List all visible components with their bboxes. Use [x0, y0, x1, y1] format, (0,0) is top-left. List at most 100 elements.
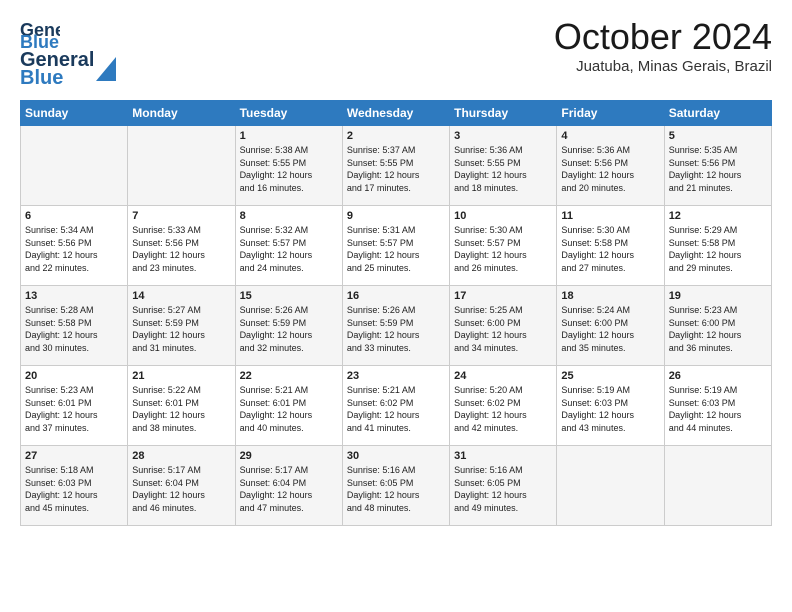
- logo-icon: General Blue: [20, 16, 60, 50]
- table-row: 8Sunrise: 5:32 AM Sunset: 5:57 PM Daylig…: [235, 206, 342, 286]
- day-info: Sunrise: 5:36 AM Sunset: 5:55 PM Dayligh…: [454, 144, 552, 194]
- table-row: 10 Sunrise: 5:30 AM Sunset: 5:57 PM Dayli…: [450, 206, 557, 286]
- calendar-row: 27Sunrise: 5:18 AM Sunset: 6:03 PM Dayli…: [21, 446, 772, 526]
- svg-text:Blue: Blue: [20, 32, 59, 50]
- day-number: 22: [240, 370, 338, 382]
- day-number: 18: [561, 290, 659, 302]
- header-row: Sunday Monday Tuesday Wednesday Thursday…: [21, 101, 772, 126]
- table-row: 26 Sunrise: 5:19 AM Sunset: 6:03 PM Dayli…: [664, 366, 771, 446]
- table-row: 28 Sunrise: 5:17 AM Sunset: 6:04 PM Dayli…: [128, 446, 235, 526]
- table-row: 16Sunrise: 5:26 AM Sunset: 5:59 PM Dayli…: [342, 286, 449, 366]
- table-row: 27Sunrise: 5:18 AM Sunset: 6:03 PM Dayli…: [21, 446, 128, 526]
- day-info: Sunrise: 5:16 AM Sunset: 6:05 PM Dayligh…: [347, 464, 445, 514]
- day-number: 31: [454, 450, 552, 462]
- day-number: 20: [25, 370, 123, 382]
- table-row: 17 Sunrise: 5:25 AM Sunset: 6:00 PM Dayli…: [450, 286, 557, 366]
- table-row: 18 Sunrise: 5:24 AM Sunset: 6:00 PM Dayli…: [557, 286, 664, 366]
- day-info: Sunrise: 5:25 AM Sunset: 6:00 PM Dayligh…: [454, 304, 552, 354]
- table-row: 6 Sunrise: 5:34 AM Sunset: 5:56 PM Daylig…: [21, 206, 128, 286]
- table-row: 2 Sunrise: 5:37 AM Sunset: 5:55 PM Daylig…: [342, 126, 449, 206]
- table-row: 29 Sunrise: 5:17 AM Sunset: 6:04 PM Dayli…: [235, 446, 342, 526]
- day-number: 6: [25, 210, 123, 222]
- day-info: Sunrise: 5:30 AM Sunset: 5:57 PM Dayligh…: [454, 224, 552, 274]
- day-number: 28: [132, 450, 230, 462]
- day-number: 19: [669, 290, 767, 302]
- day-number: 17: [454, 290, 552, 302]
- calendar-row: 1 Sunrise: 5:38 AM Sunset: 5:55 PM Daylig…: [21, 126, 772, 206]
- day-number: 29: [240, 450, 338, 462]
- calendar-page: General Blue General Blue October 2: [0, 0, 792, 536]
- month-title: October 2024: [554, 16, 772, 58]
- table-row: 19 Sunrise: 5:23 AM Sunset: 6:00 PM Dayli…: [664, 286, 771, 366]
- day-info: Sunrise: 5:36 AM Sunset: 5:56 PM Dayligh…: [561, 144, 659, 194]
- day-number: 3: [454, 130, 552, 142]
- day-number: 13: [25, 290, 123, 302]
- day-number: 2: [347, 130, 445, 142]
- calendar-row: 6 Sunrise: 5:34 AM Sunset: 5:56 PM Daylig…: [21, 206, 772, 286]
- table-row: 4 Sunrise: 5:36 AM Sunset: 5:56 PM Daylig…: [557, 126, 664, 206]
- table-row: [664, 446, 771, 526]
- table-row: 14Sunrise: 5:27 AM Sunset: 5:59 PM Dayli…: [128, 286, 235, 366]
- day-info: Sunrise: 5:20 AM Sunset: 6:02 PM Dayligh…: [454, 384, 552, 434]
- col-monday: Monday: [128, 101, 235, 126]
- table-row: 3 Sunrise: 5:36 AM Sunset: 5:55 PM Daylig…: [450, 126, 557, 206]
- col-saturday: Saturday: [664, 101, 771, 126]
- day-number: 24: [454, 370, 552, 382]
- table-row: 25 Sunrise: 5:19 AM Sunset: 6:03 PM Dayli…: [557, 366, 664, 446]
- day-number: 9: [347, 210, 445, 222]
- day-number: 27: [25, 450, 123, 462]
- day-number: 23: [347, 370, 445, 382]
- day-info: Sunrise: 5:30 AM Sunset: 5:58 PM Dayligh…: [561, 224, 659, 274]
- table-row: 1 Sunrise: 5:38 AM Sunset: 5:55 PM Daylig…: [235, 126, 342, 206]
- day-number: 10: [454, 210, 552, 222]
- day-info: Sunrise: 5:23 AM Sunset: 6:01 PM Dayligh…: [25, 384, 123, 434]
- col-wednesday: Wednesday: [342, 101, 449, 126]
- day-info: Sunrise: 5:19 AM Sunset: 6:03 PM Dayligh…: [669, 384, 767, 434]
- day-info: Sunrise: 5:17 AM Sunset: 6:04 PM Dayligh…: [240, 464, 338, 514]
- table-row: 24 Sunrise: 5:20 AM Sunset: 6:02 PM Dayli…: [450, 366, 557, 446]
- col-sunday: Sunday: [21, 101, 128, 126]
- calendar-row: 13 Sunrise: 5:28 AM Sunset: 5:58 PM Dayli…: [21, 286, 772, 366]
- day-number: 15: [240, 290, 338, 302]
- day-number: 16: [347, 290, 445, 302]
- logo: General Blue General Blue: [20, 16, 116, 88]
- day-number: 4: [561, 130, 659, 142]
- col-thursday: Thursday: [450, 101, 557, 126]
- day-number: 5: [669, 130, 767, 142]
- day-info: Sunrise: 5:38 AM Sunset: 5:55 PM Dayligh…: [240, 144, 338, 194]
- day-info: Sunrise: 5:24 AM Sunset: 6:00 PM Dayligh…: [561, 304, 659, 354]
- day-info: Sunrise: 5:31 AM Sunset: 5:57 PM Dayligh…: [347, 224, 445, 274]
- header: General Blue General Blue October 2: [20, 16, 772, 88]
- location-subtitle: Juatuba, Minas Gerais, Brazil: [554, 58, 772, 75]
- table-row: 9 Sunrise: 5:31 AM Sunset: 5:57 PM Daylig…: [342, 206, 449, 286]
- day-number: 25: [561, 370, 659, 382]
- table-row: 13 Sunrise: 5:28 AM Sunset: 5:58 PM Dayli…: [21, 286, 128, 366]
- col-friday: Friday: [557, 101, 664, 126]
- day-number: 26: [669, 370, 767, 382]
- table-row: 21Sunrise: 5:22 AM Sunset: 6:01 PM Dayli…: [128, 366, 235, 446]
- day-info: Sunrise: 5:28 AM Sunset: 5:58 PM Dayligh…: [25, 304, 123, 354]
- table-row: 11Sunrise: 5:30 AM Sunset: 5:58 PM Dayli…: [557, 206, 664, 286]
- day-info: Sunrise: 5:35 AM Sunset: 5:56 PM Dayligh…: [669, 144, 767, 194]
- table-row: 31 Sunrise: 5:16 AM Sunset: 6:05 PM Dayli…: [450, 446, 557, 526]
- table-row: 30Sunrise: 5:16 AM Sunset: 6:05 PM Dayli…: [342, 446, 449, 526]
- day-info: Sunrise: 5:19 AM Sunset: 6:03 PM Dayligh…: [561, 384, 659, 434]
- day-number: 21: [132, 370, 230, 382]
- table-row: 23Sunrise: 5:21 AM Sunset: 6:02 PM Dayli…: [342, 366, 449, 446]
- day-info: Sunrise: 5:17 AM Sunset: 6:04 PM Dayligh…: [132, 464, 230, 514]
- table-row: 22 Sunrise: 5:21 AM Sunset: 6:01 PM Dayli…: [235, 366, 342, 446]
- title-block: October 2024 Juatuba, Minas Gerais, Braz…: [554, 16, 772, 75]
- day-info: Sunrise: 5:37 AM Sunset: 5:55 PM Dayligh…: [347, 144, 445, 194]
- table-row: 20 Sunrise: 5:23 AM Sunset: 6:01 PM Dayli…: [21, 366, 128, 446]
- day-info: Sunrise: 5:23 AM Sunset: 6:00 PM Dayligh…: [669, 304, 767, 354]
- col-tuesday: Tuesday: [235, 101, 342, 126]
- day-info: Sunrise: 5:21 AM Sunset: 6:01 PM Dayligh…: [240, 384, 338, 434]
- table-row: 7Sunrise: 5:33 AM Sunset: 5:56 PM Daylig…: [128, 206, 235, 286]
- day-info: Sunrise: 5:34 AM Sunset: 5:56 PM Dayligh…: [25, 224, 123, 274]
- day-info: Sunrise: 5:26 AM Sunset: 5:59 PM Dayligh…: [240, 304, 338, 354]
- logo-blue: Blue: [20, 68, 94, 88]
- table-row: [128, 126, 235, 206]
- day-number: 1: [240, 130, 338, 142]
- day-info: Sunrise: 5:27 AM Sunset: 5:59 PM Dayligh…: [132, 304, 230, 354]
- day-info: Sunrise: 5:16 AM Sunset: 6:05 PM Dayligh…: [454, 464, 552, 514]
